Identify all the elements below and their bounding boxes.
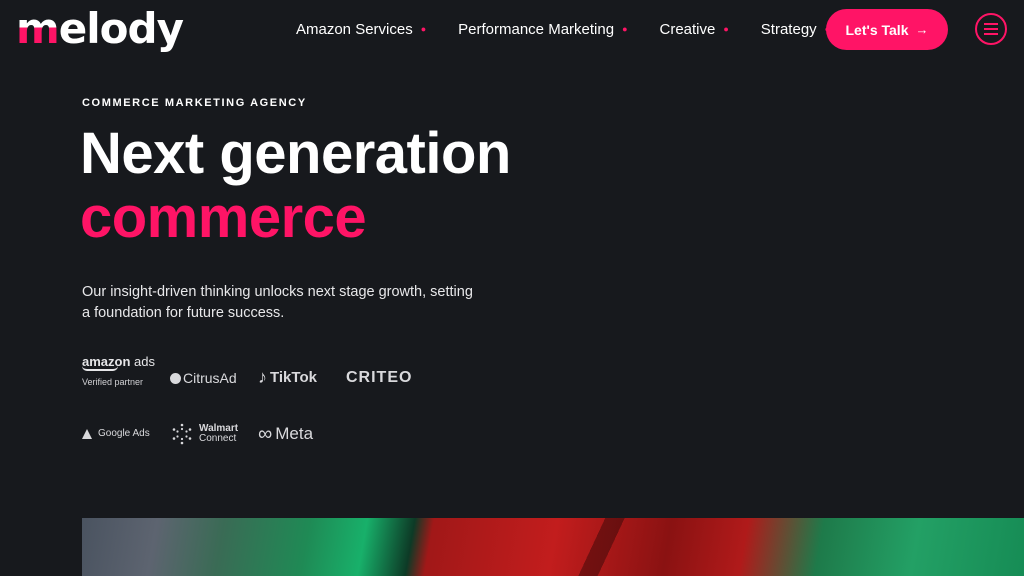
hero-subtext: Our insight-driven thinking unlocks next… xyxy=(82,284,473,321)
hero-eyebrow: COMMERCE MARKETING AGENCY xyxy=(82,97,307,109)
tiktok-logo: ♪ TikTok xyxy=(258,368,317,386)
nav-item-amazon-services[interactable]: Amazon Services ● xyxy=(296,21,426,38)
verified-partner-badge: Verified partner xyxy=(82,377,144,387)
amazon-smile-icon xyxy=(82,366,118,371)
walmart-spark-icon xyxy=(172,423,192,445)
site-header: melody Amazon Services ● Performance Mar… xyxy=(0,0,1024,60)
dot-icon: ● xyxy=(723,23,729,34)
nav-item-strategy[interactable]: Strategy ● xyxy=(761,21,830,38)
nav-item-label: Strategy xyxy=(760,20,817,38)
walmart-connect-logo: Walmart Connect xyxy=(170,422,238,446)
nav-item-label: Creative xyxy=(659,20,716,38)
citrusad-label: CitrusAd xyxy=(183,370,237,386)
headline-line-2: commerce xyxy=(80,185,367,250)
connect-label: Connect xyxy=(199,433,237,444)
google-ads-label: Google Ads xyxy=(98,428,150,439)
tiktok-note-icon: ♪ xyxy=(258,367,267,387)
hamburger-menu-button[interactable] xyxy=(975,13,1007,45)
logo-accent-letter: m xyxy=(16,4,60,53)
melody-logo[interactable]: melody xyxy=(16,4,184,54)
dot-icon: ● xyxy=(420,23,427,34)
hamburger-menu-icon xyxy=(984,23,998,25)
hero-image xyxy=(82,518,1024,576)
headline-line-1: Next generation xyxy=(80,121,511,186)
tiktok-label: TikTok xyxy=(270,368,317,386)
nav-item-label: Amazon Services xyxy=(296,20,413,38)
dot-icon: ● xyxy=(622,23,628,34)
cta-label: Let's Talk xyxy=(845,21,909,38)
hero-headline: Next generation commerce xyxy=(80,122,511,250)
nav-item-creative[interactable]: Creative ● xyxy=(660,21,729,38)
google-ads-logo: Google Ads xyxy=(82,428,150,439)
citrus-dot-icon xyxy=(170,372,181,384)
citrusad-logo: CitrusAd xyxy=(170,370,237,386)
meta-logo: ∞ Meta xyxy=(258,424,313,444)
criteo-logo: CRITEO xyxy=(346,369,412,387)
lets-talk-button[interactable]: Let's Talk → xyxy=(826,9,948,50)
logo-wordmark: elody xyxy=(58,4,184,53)
google-ads-icon xyxy=(82,428,92,439)
arrow-right-icon: → xyxy=(915,22,929,37)
main-nav: Amazon Services ● Performance Marketing … xyxy=(296,18,862,40)
nav-item-label: Performance Marketing xyxy=(458,20,615,38)
meta-infinity-icon: ∞ xyxy=(258,423,273,445)
meta-label: Meta xyxy=(275,424,314,443)
amazon-ads-suffix: ads xyxy=(134,354,155,369)
nav-item-performance-marketing[interactable]: Performance Marketing ● xyxy=(458,21,627,38)
amazon-ads-logo: amazon ads Verified partner xyxy=(82,354,155,387)
criteo-label: CRITEO xyxy=(346,369,413,386)
